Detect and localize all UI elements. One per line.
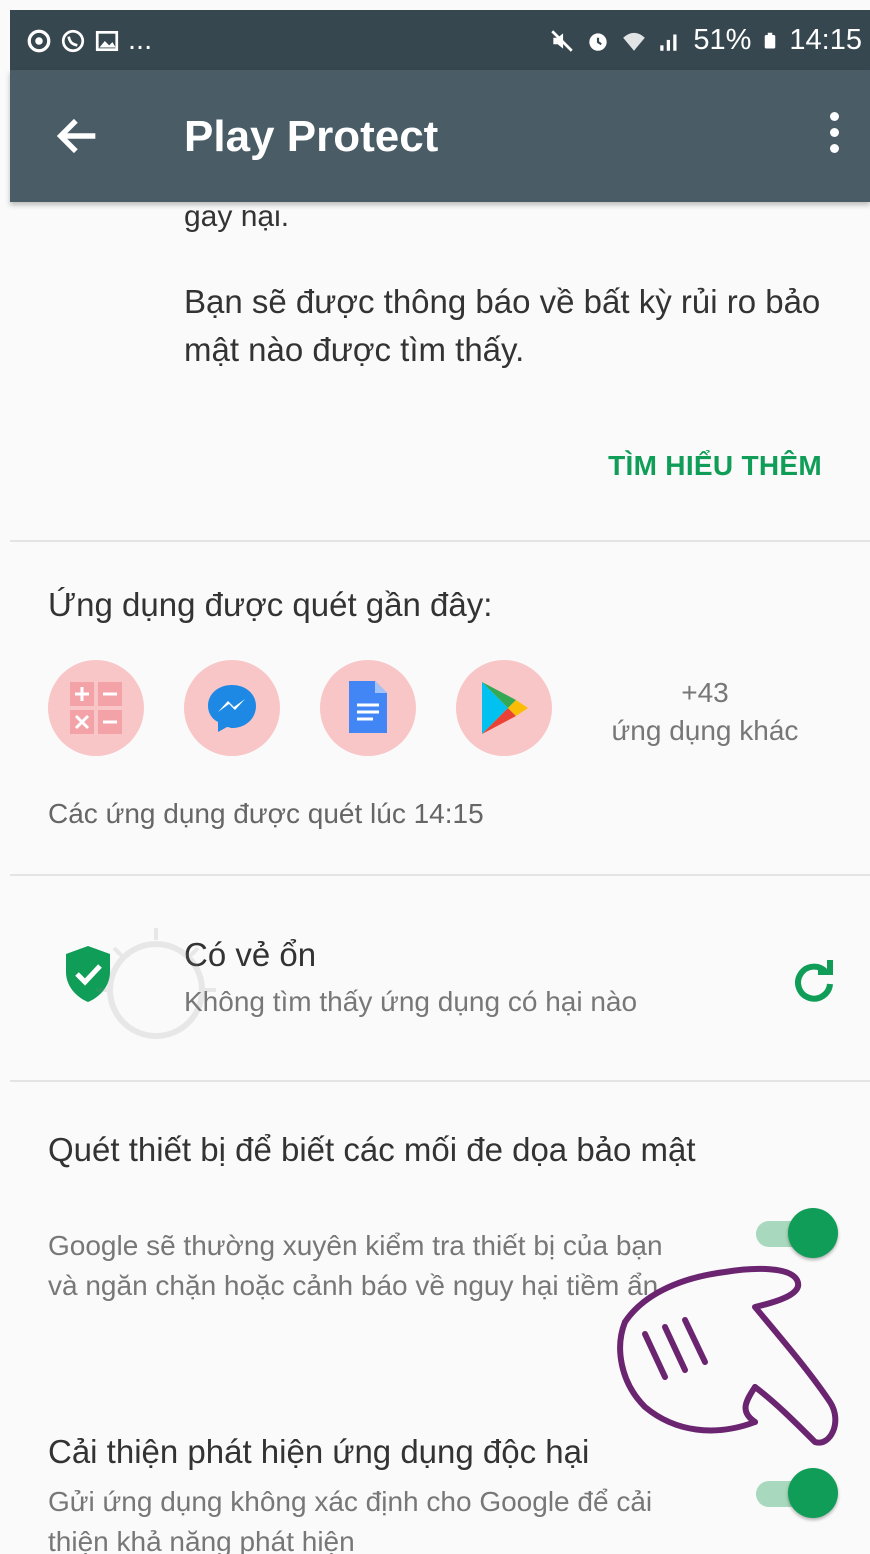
more-apps-label: ứng dụng khác xyxy=(611,715,799,746)
toggle-knob xyxy=(788,1208,838,1258)
divider xyxy=(10,540,870,542)
scan-time-text: Các ứng dụng được quét lúc 14:15 xyxy=(48,798,484,829)
overflow-menu-icon[interactable] xyxy=(824,108,844,164)
toggle-knob xyxy=(788,1468,838,1518)
improve-detection-description: Gửi ứng dụng không xác định cho Google đ… xyxy=(48,1486,653,1554)
status-bar: ... 51% 14:15 xyxy=(10,10,870,70)
play-store-icon xyxy=(482,682,528,734)
page-title: Play Protect xyxy=(184,112,439,161)
scan-device-toggle[interactable] xyxy=(756,1208,838,1260)
battery-icon xyxy=(765,32,776,48)
calculator-app-icon[interactable] xyxy=(48,660,144,756)
shield-check-icon xyxy=(66,946,110,1002)
messenger-icon xyxy=(208,685,256,732)
image-icon xyxy=(95,30,119,51)
back-arrow-icon[interactable] xyxy=(52,110,104,162)
status-left-icons: ... xyxy=(26,24,152,57)
viber-icon xyxy=(61,29,85,52)
divider xyxy=(10,1080,870,1082)
status-right-icons: 51% 14:15 xyxy=(549,24,862,57)
signal-icon xyxy=(660,34,677,51)
messenger-app-icon[interactable] xyxy=(184,660,280,756)
scan-device-title: Quét thiết bị để biết các mối đe dọa bảo… xyxy=(48,1131,696,1168)
calculator-icon xyxy=(70,682,122,734)
scan-device-description: Google sẽ thường xuyên kiểm tra thiết bị… xyxy=(48,1230,663,1301)
status-more: ... xyxy=(128,24,153,56)
partial-text: gây hại. xyxy=(184,200,290,233)
intro-text: Bạn sẽ được thông báo về bất kỳ rủi ro b… xyxy=(184,283,821,368)
wifi-icon xyxy=(623,32,646,51)
status-subtitle: Không tìm thấy ứng dụng có hại nào xyxy=(184,986,638,1017)
docs-icon xyxy=(349,681,387,733)
battery-percent: 51% xyxy=(693,24,752,56)
status-title: Có vẻ ổn xyxy=(184,936,317,973)
learn-more-button[interactable]: TÌM HIỂU THÊM xyxy=(608,450,822,482)
mute-icon xyxy=(551,29,574,52)
docs-app-icon[interactable] xyxy=(320,660,416,756)
at-icon xyxy=(27,29,51,52)
improve-detection-title: Cải thiện phát hiện ứng dụng độc hại xyxy=(48,1433,590,1470)
app-bar: Play Protect xyxy=(10,70,870,202)
status-time: 14:15 xyxy=(789,24,862,56)
divider xyxy=(10,874,870,876)
more-apps-count: +43 ứng dụng khác xyxy=(590,674,820,750)
recent-apps-title: Ứng dụng được quét gần đây: xyxy=(48,586,493,623)
improve-detection-toggle[interactable] xyxy=(756,1468,838,1520)
play-store-app-icon[interactable] xyxy=(456,660,552,756)
alarm-icon xyxy=(589,32,608,51)
play-protect-screen: ... 51% 14:15 Play Protect gây hại. Bạn … xyxy=(0,0,870,1554)
refresh-icon[interactable] xyxy=(790,958,838,1006)
more-apps-number: +43 xyxy=(681,677,729,708)
